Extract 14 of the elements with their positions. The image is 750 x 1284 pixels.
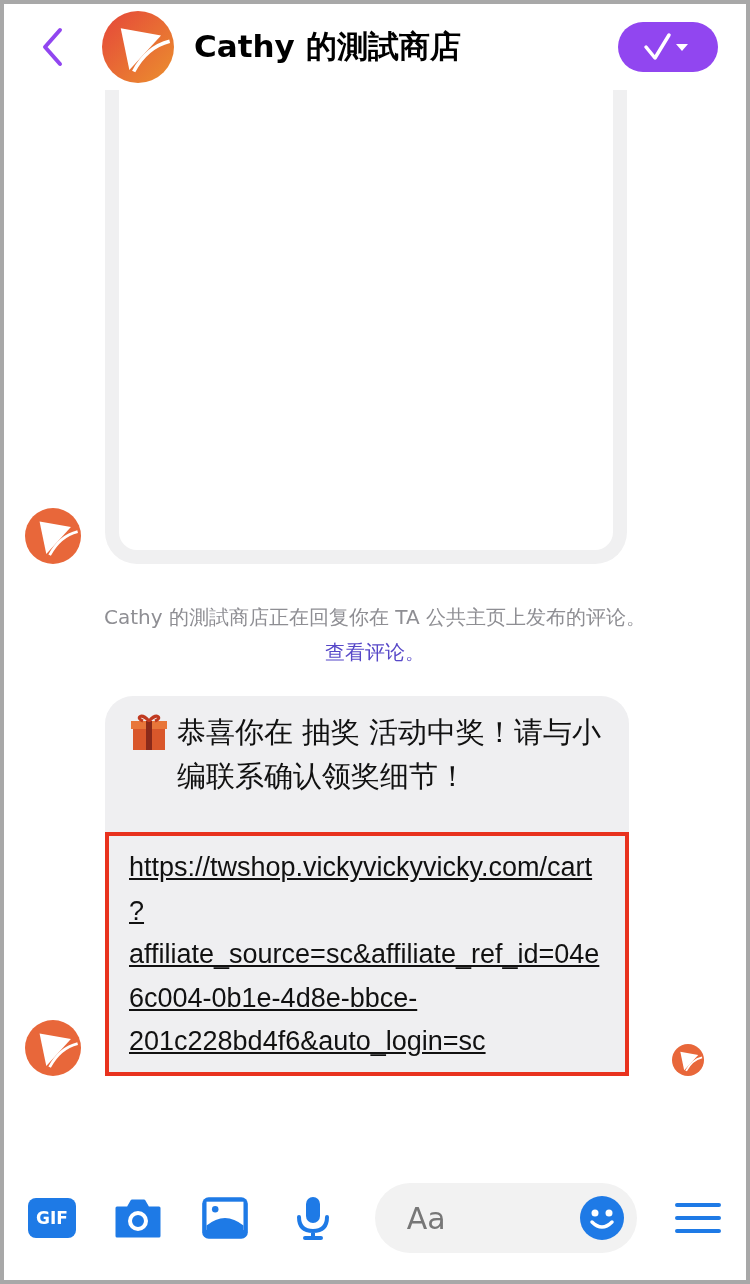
reply-notice: Cathy 的測試商店正在回复你在 TA 公共主页上发布的评论。 bbox=[104, 604, 646, 631]
status-button[interactable] bbox=[618, 22, 718, 72]
menu-icon[interactable] bbox=[673, 1201, 722, 1235]
message-text: 恭喜你在 抽奖 活动中奖！请与小编联系确认领奖细节！ bbox=[177, 714, 603, 795]
back-icon[interactable] bbox=[40, 27, 64, 67]
message-field[interactable]: Aa bbox=[374, 1183, 637, 1253]
gift-icon bbox=[129, 712, 169, 752]
chat-title: Cathy 的測試商店 bbox=[194, 27, 462, 66]
gif-button[interactable]: GIF bbox=[28, 1198, 76, 1238]
emoji-icon[interactable] bbox=[578, 1195, 625, 1241]
view-comment-link[interactable]: 查看评论。 bbox=[325, 639, 425, 666]
message-input[interactable]: Aa bbox=[404, 1199, 579, 1237]
store-avatar bbox=[102, 11, 174, 83]
image-icon[interactable] bbox=[200, 1195, 251, 1241]
